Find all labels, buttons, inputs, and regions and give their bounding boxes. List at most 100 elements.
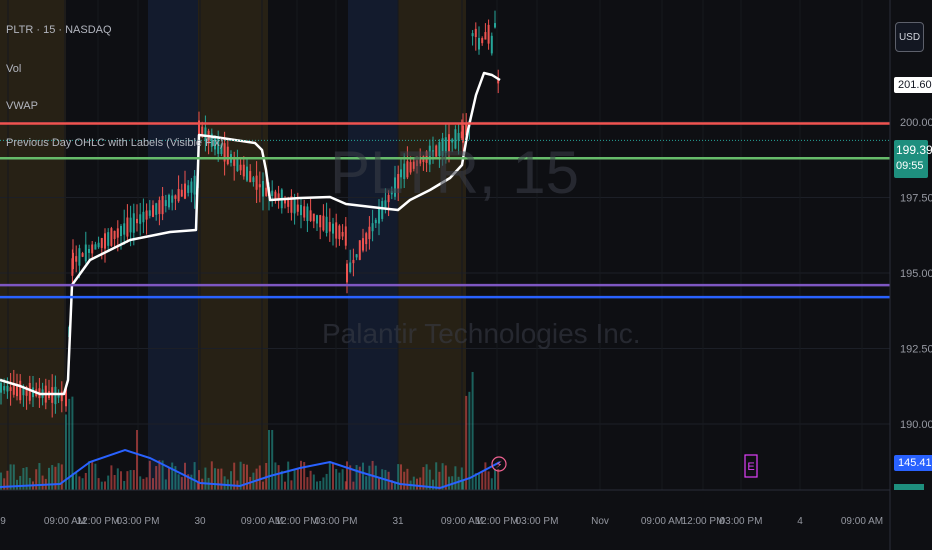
volume-bar [28,477,31,490]
volume-bar [403,471,406,490]
lightning-icon: ⚡ [495,460,502,471]
time-axis-label: 09:00 AM [841,516,883,527]
candle-body [155,203,158,215]
volume-bar [322,477,325,490]
volume-bar [400,464,402,490]
candle-body [6,385,9,392]
candle-body [97,242,100,248]
candle-body [274,191,277,199]
time-axis-label: 09:00 AM [641,516,683,527]
volume-bar [94,463,97,490]
volume-bar [54,466,57,490]
volume-bar [416,478,418,490]
candle-body [325,216,328,234]
candle-body [490,35,493,54]
volume-bar [48,467,50,490]
session-band [398,0,466,490]
volume-bar [100,481,103,490]
volume-bar [487,471,490,490]
price-tick-label: 197.50 [900,193,932,205]
price-tick-label: 195.00 [900,268,932,280]
volume-bar [312,474,315,490]
volume-bar [230,471,232,490]
volume-bar [177,474,180,490]
candle-body [371,223,374,232]
price-chart[interactable]: 200.00197.50195.00192.50190.009 09:00 AM1… [0,0,932,550]
candle-body [116,228,119,238]
volume-bar [164,479,167,490]
time-axis-label: 03:00 PM [516,516,559,527]
currency-button[interactable]: USD [895,22,924,52]
session-band [348,0,398,490]
volume-bar [145,477,148,490]
volume-bar [198,470,200,490]
volume-bar [155,466,158,490]
candle-body [316,215,318,224]
volume-bar [35,469,38,490]
candle-body [94,244,97,250]
volume-bar [341,469,344,490]
time-axis-label: 9 [0,516,6,527]
candle-body [484,32,487,40]
candle-body [91,244,94,254]
candle-body [368,226,371,240]
volume-bar [325,473,328,490]
candle-body [28,382,31,401]
candle-body [72,252,74,270]
volume-bar [419,477,422,490]
candle-body [335,222,338,239]
last-price-tag: 199.39 09:55 [894,140,932,178]
candle-body [88,249,90,253]
candle-body [123,223,126,235]
candle-body [161,196,164,215]
candle-body [352,259,355,264]
candle-body [344,226,347,246]
candle-body [145,210,148,220]
candle-body [174,195,177,199]
volume-bar [454,466,457,490]
volume-bar [246,464,248,490]
candle-body [0,382,2,393]
candle-body [328,222,331,232]
volume-bar [268,430,270,490]
legend-vwap[interactable]: VWAP [6,100,38,112]
volume-bar [180,477,183,490]
candle-body [100,238,103,248]
candle-body [177,189,180,202]
volume-bar [471,371,474,490]
candle-body [190,181,193,193]
price-tick-label: 192.50 [900,344,932,356]
candle-body [319,215,322,228]
candle-body [104,233,106,249]
candle-body [107,232,110,246]
volume-bar [16,479,18,490]
candle-body [332,223,334,234]
volume-bar [214,468,216,490]
candle-body [306,206,309,222]
candle-body [9,387,12,392]
time-axis-label: 12:00 PM [276,516,319,527]
volume-bar [368,465,371,490]
chart-workspace[interactable]: 200.00 197.50 195.00 192.50 190.00 9 09:00 AM 1… [0,0,932,550]
volume-bar [116,468,119,490]
volume-bar [110,465,113,490]
candle-body [252,177,255,183]
candle-body [338,225,341,240]
volume-bar [365,476,368,490]
volume-bar [406,468,409,490]
legend-symbol[interactable]: PLTR · 15 · NASDAQ [6,24,112,36]
candle-body [236,157,239,172]
volume-bar [296,468,299,490]
candle-body [84,244,87,262]
legend-volume[interactable]: Vol [6,63,21,75]
volume-bar [358,466,361,490]
volume-bar [242,463,245,490]
volume-bar [309,470,312,490]
candle-body [378,207,380,224]
candle-body [271,190,274,197]
volume-bar [338,472,341,490]
volume-bar [158,460,161,490]
volume-bar [497,469,500,490]
candle-body [349,262,352,273]
legend-previous-day-ohlc[interactable]: Previous Day OHLC with Labels (Visible F… [6,137,223,149]
